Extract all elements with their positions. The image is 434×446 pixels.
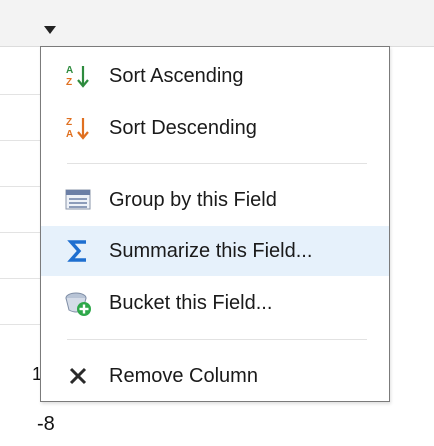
column-context-menu: A Z Sort Ascending Z A Sort Descending G…	[40, 46, 390, 402]
svg-text:A: A	[66, 129, 73, 140]
menu-separator	[67, 163, 367, 164]
column-dropdown-caret-icon[interactable]	[44, 26, 56, 34]
menu-separator	[67, 339, 367, 340]
menu-item-label: Group by this Field	[109, 188, 277, 211]
sum-icon	[63, 236, 93, 266]
cell-value: -8	[37, 413, 55, 435]
grid-line	[0, 140, 40, 141]
grid-line	[0, 324, 40, 325]
menu-item-bucket[interactable]: Bucket this Field...	[41, 278, 389, 328]
menu-item-label: Summarize this Field...	[109, 239, 313, 262]
grid-line	[0, 186, 40, 187]
menu-item-sort-ascending[interactable]: A Z Sort Ascending	[41, 51, 389, 101]
menu-item-label: Remove Column	[109, 364, 258, 387]
menu-item-summarize[interactable]: Summarize this Field...	[41, 226, 389, 276]
svg-text:Z: Z	[66, 117, 72, 128]
svg-text:A: A	[66, 65, 73, 76]
bucket-icon	[63, 288, 93, 318]
menu-item-label: Sort Ascending	[109, 64, 244, 87]
menu-item-remove-column[interactable]: Remove Column	[41, 351, 389, 401]
grid-line	[0, 232, 40, 233]
svg-text:Z: Z	[66, 77, 72, 88]
menu-item-sort-descending[interactable]: Z A Sort Descending	[41, 103, 389, 153]
sort-descending-icon: Z A	[63, 113, 93, 143]
menu-item-label: Bucket this Field...	[109, 291, 273, 314]
menu-item-group-by[interactable]: Group by this Field	[41, 175, 389, 225]
menu-item-label: Sort Descending	[109, 116, 257, 139]
group-by-icon	[63, 185, 93, 215]
grid-line	[0, 94, 40, 95]
grid-line	[0, 278, 40, 279]
close-icon	[63, 361, 93, 391]
sort-ascending-icon: A Z	[63, 61, 93, 91]
column-header	[0, 0, 434, 47]
spreadsheet-view: 1 -8 A Z Sort Ascending Z A Sort Descend…	[0, 0, 434, 446]
